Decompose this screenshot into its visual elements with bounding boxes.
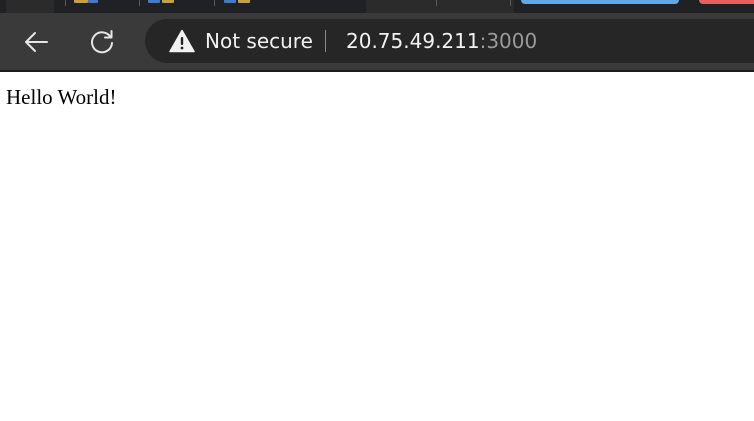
url-field[interactable]: 20.75.49.211:3000 [346,19,537,63]
hello-text: Hello World! [6,85,117,109]
browser-toolbar: Not secure 20.75.49.211:3000 [0,13,754,70]
reload-button[interactable] [86,26,118,58]
tab-separator [510,0,511,6]
url-host: 20.75.49.211 [346,29,480,53]
tab-active[interactable] [6,0,54,13]
security-label: Not secure [205,29,313,53]
tab-pill-blue[interactable] [521,0,679,4]
folder-icon [74,0,88,3]
tab-gap [290,0,364,13]
folder-icon [162,0,174,3]
address-divider [325,30,326,52]
folder-icon [224,0,236,3]
folder-icon [148,0,160,3]
url-port: :3000 [479,29,538,53]
tab-strip [0,0,754,13]
address-bar[interactable]: Not secure 20.75.49.211:3000 [145,19,754,63]
reload-icon [91,30,113,54]
warning-triangle-icon [169,29,195,53]
tab-separator [139,0,140,6]
tab-pill-red[interactable] [699,0,754,4]
tab-separator [65,0,66,6]
tab-separator [214,0,215,6]
page-content: Hello World! [0,72,754,421]
folder-icon [88,0,98,3]
back-arrow-icon [25,32,48,52]
security-indicator[interactable]: Not secure [169,19,313,63]
folder-icon [238,0,250,3]
tab-separator [436,0,437,6]
back-button[interactable] [20,26,52,58]
tab-group[interactable] [366,0,514,13]
